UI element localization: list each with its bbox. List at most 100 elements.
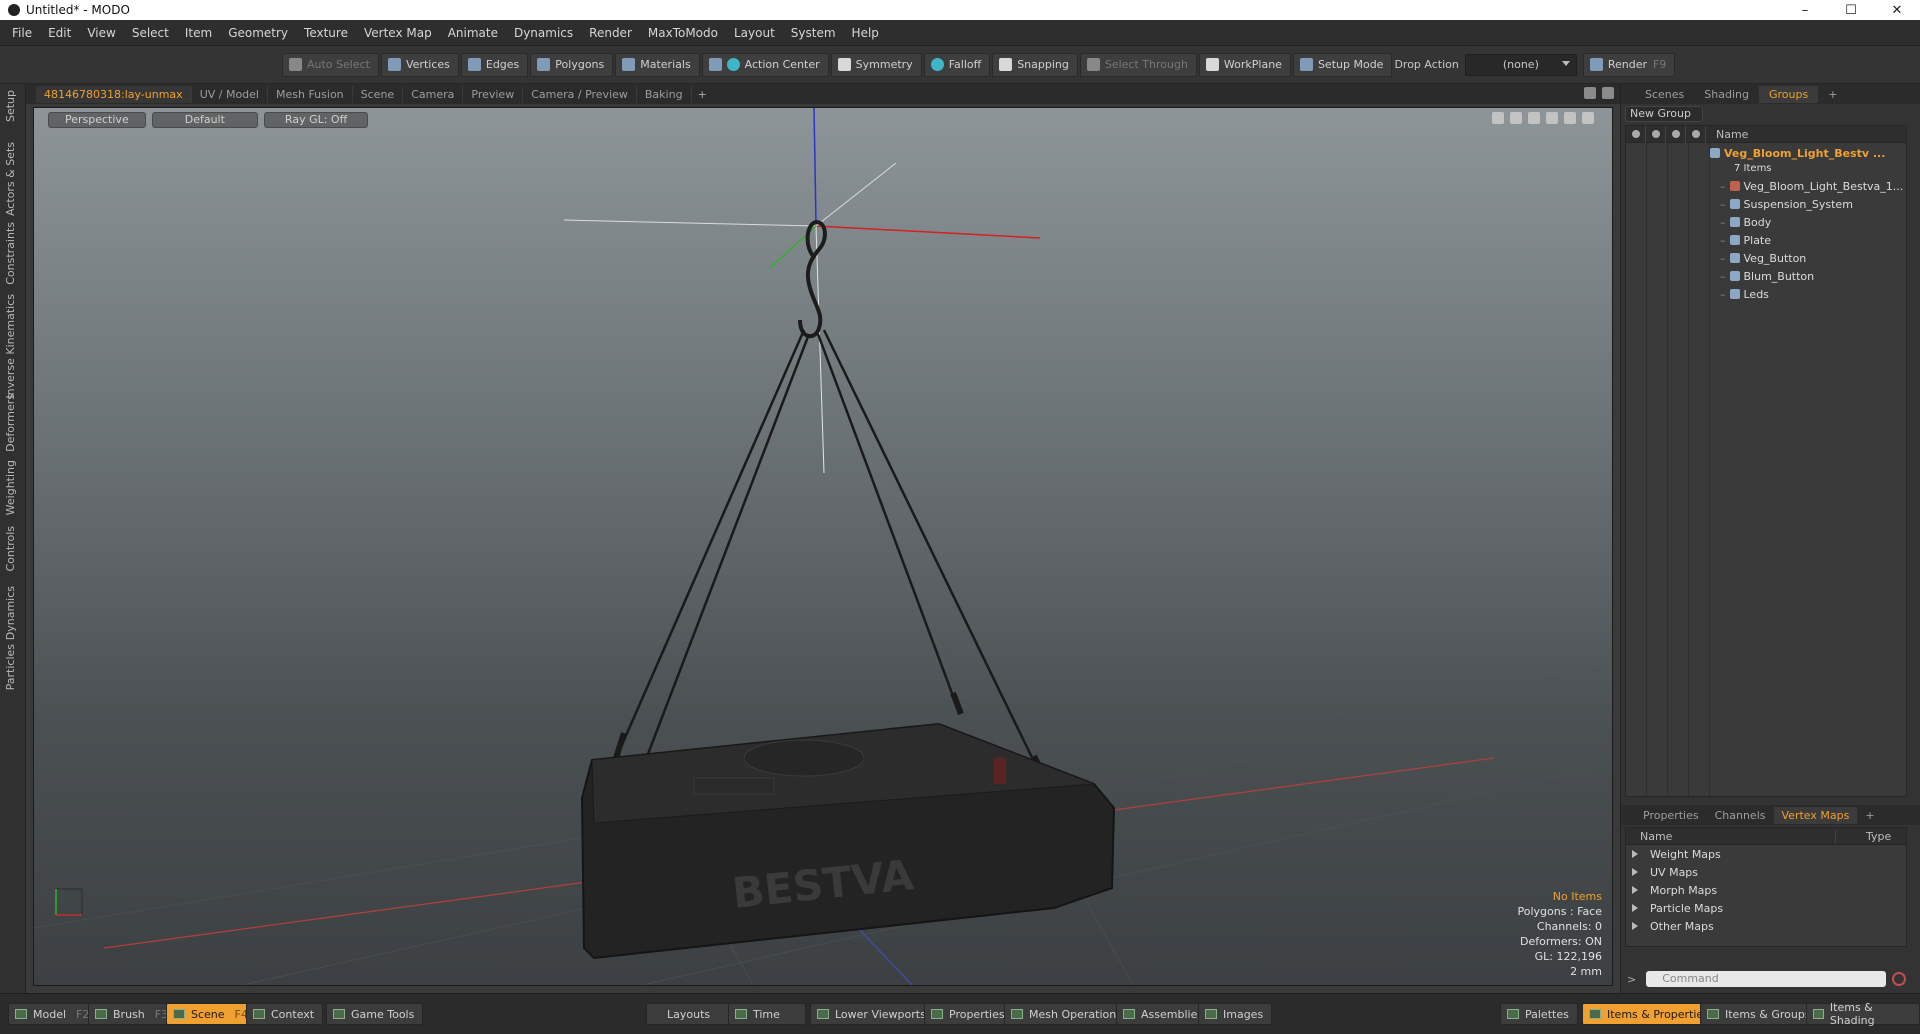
vm-row-weight-maps[interactable]: Weight Maps — [1626, 845, 1906, 863]
gear-icon[interactable] — [1564, 112, 1576, 124]
falloff-button[interactable]: Falloff — [923, 52, 991, 77]
items-shading-button[interactable]: Items & Shading — [1806, 1001, 1920, 1027]
symmetry-button[interactable]: Symmetry — [830, 52, 922, 77]
items-properties-button[interactable]: Items & Properties — [1582, 1003, 1718, 1025]
expand-arrow-icon[interactable] — [1632, 886, 1638, 894]
vtab-dynamics[interactable]: Dynamics — [4, 586, 17, 640]
tab-groups[interactable]: Groups — [1758, 85, 1819, 103]
menu-file[interactable]: File — [4, 26, 40, 40]
menu-edit[interactable]: Edit — [40, 26, 79, 40]
tab-baking[interactable]: Baking — [637, 85, 692, 103]
render-column-icon[interactable] — [1646, 125, 1666, 143]
tab-camera[interactable]: Camera — [403, 85, 464, 103]
list-item[interactable]: – Leds — [1710, 285, 1908, 303]
menu-help[interactable]: Help — [844, 26, 887, 40]
snapping-button[interactable]: Snapping — [992, 52, 1078, 77]
chevron-right-icon[interactable] — [1582, 112, 1594, 124]
vertices-button[interactable]: Vertices — [380, 52, 459, 77]
time-button[interactable]: Time — [728, 1003, 806, 1025]
mesh-operations-button[interactable]: Mesh Operations — [1004, 1003, 1131, 1025]
menu-dynamics[interactable]: Dynamics — [506, 26, 581, 40]
vtab-controls[interactable]: Controls — [4, 526, 17, 572]
lower-viewports-button[interactable]: Lower Viewports — [810, 1003, 935, 1025]
gear-icon[interactable] — [1602, 87, 1614, 99]
menu-layout[interactable]: Layout — [726, 26, 783, 40]
menu-select[interactable]: Select — [124, 26, 177, 40]
menu-item[interactable]: Item — [177, 26, 220, 40]
expand-arrow-icon[interactable] — [1632, 850, 1638, 858]
minimize-button[interactable]: – — [1782, 0, 1828, 20]
maximize-button[interactable]: ☐ — [1828, 0, 1874, 20]
palettes-button[interactable]: Palettes — [1500, 1003, 1578, 1025]
vtab-particles[interactable]: Particles — [4, 644, 17, 690]
vtab-actors-sets[interactable]: Actors & Sets — [4, 142, 17, 216]
command-input[interactable]: Command — [1646, 971, 1887, 987]
tab-channels[interactable]: Channels — [1707, 807, 1774, 824]
setup-mode-button[interactable]: Setup Mode — [1292, 52, 1393, 77]
tab-properties[interactable]: Properties — [1635, 807, 1707, 824]
tab-camera-preview[interactable]: Camera / Preview — [523, 85, 637, 103]
pan-icon[interactable] — [1492, 112, 1504, 124]
tab-uv-model[interactable]: UV / Model — [192, 85, 268, 103]
vm-row-uv-maps[interactable]: UV Maps — [1626, 863, 1906, 881]
vtab-weighting[interactable]: Weighting — [4, 460, 17, 515]
scene-layout-button[interactable]: Scene F4 — [166, 1003, 257, 1025]
select-column-icon[interactable] — [1686, 125, 1706, 143]
vtab-constraints[interactable]: Constraints — [4, 222, 17, 285]
expand-arrow-icon[interactable] — [1632, 904, 1638, 912]
vtab-deformers[interactable]: Deformers — [4, 394, 17, 452]
brush-layout-button[interactable]: Brush F3 — [88, 1003, 178, 1025]
menu-geometry[interactable]: Geometry — [220, 26, 296, 40]
tab-vertex-maps[interactable]: Vertex Maps — [1773, 806, 1858, 824]
vm-row-particle-maps[interactable]: Particle Maps — [1626, 899, 1906, 917]
properties-button[interactable]: Properties — [924, 1003, 1014, 1025]
tab-preview[interactable]: Preview — [463, 85, 524, 103]
layouts-button[interactable]: Layouts — [646, 1003, 732, 1025]
tab-scene[interactable]: Scene — [353, 85, 404, 103]
rotate-icon[interactable] — [1510, 112, 1522, 124]
add-panel-tab-button[interactable]: + — [1818, 86, 1847, 103]
edges-button[interactable]: Edges — [460, 52, 529, 77]
add-bottom-tab-button[interactable]: + — [1857, 807, 1882, 824]
record-icon[interactable] — [1892, 972, 1907, 986]
raygl-dropdown[interactable]: Ray GL: Off — [263, 112, 369, 128]
fit-icon[interactable] — [1546, 112, 1558, 124]
menu-system[interactable]: System — [783, 26, 844, 40]
select-through-button[interactable]: Select Through — [1079, 52, 1197, 77]
add-tab-button[interactable]: + — [692, 88, 713, 101]
list-item[interactable]: – Suspension_System — [1710, 195, 1908, 213]
items-groups-button[interactable]: Items & Groups — [1700, 1003, 1820, 1025]
menu-vertex-map[interactable]: Vertex Map — [356, 26, 440, 40]
tab-mesh-fusion[interactable]: Mesh Fusion — [268, 85, 353, 103]
materials-button[interactable]: Materials — [615, 52, 700, 77]
game-tools-layout-button[interactable]: Game Tools — [326, 1003, 424, 1025]
render-button[interactable]: Render F9 — [1582, 52, 1676, 77]
new-group-button[interactable]: New Group — [1625, 106, 1703, 122]
images-button[interactable]: Images — [1198, 1003, 1273, 1025]
list-item[interactable]: – Veg_Bloom_Light_Bestva_1... — [1710, 177, 1908, 195]
close-button[interactable]: ✕ — [1874, 0, 1920, 20]
3d-viewport[interactable]: BESTVA Perspective Default Ray GL: Off N… — [33, 107, 1613, 986]
expand-arrow-icon[interactable] — [1632, 868, 1638, 876]
context-layout-button[interactable]: Context — [246, 1003, 324, 1025]
auto-select-button[interactable]: Auto Select — [282, 52, 379, 77]
vtab-inverse-kinematics[interactable]: Inverse Kinematics — [4, 294, 17, 399]
list-item[interactable]: – Veg_Button — [1710, 249, 1908, 267]
menu-animate[interactable]: Animate — [440, 26, 506, 40]
menu-texture[interactable]: Texture — [296, 26, 356, 40]
menu-maxtomodo[interactable]: MaxToModo — [640, 26, 726, 40]
list-item[interactable]: – Blum_Button — [1710, 267, 1908, 285]
model-layout-button[interactable]: Model F2 — [8, 1003, 99, 1025]
polygons-button[interactable]: Polygons — [530, 52, 614, 77]
menu-view[interactable]: View — [79, 26, 123, 40]
shading-dropdown[interactable]: Default — [151, 112, 258, 128]
workplane-button[interactable]: WorkPlane — [1198, 52, 1291, 77]
visibility-column-icon[interactable] — [1626, 125, 1646, 143]
expand-icon[interactable] — [1584, 87, 1596, 99]
lock-column-icon[interactable] — [1666, 125, 1686, 143]
vm-row-other-maps[interactable]: Other Maps — [1626, 917, 1906, 935]
vm-row-morph-maps[interactable]: Morph Maps — [1626, 881, 1906, 899]
tab-layout-unmax[interactable]: 48146780318:lay-unmax — [36, 85, 192, 103]
list-item[interactable]: – Body — [1710, 213, 1908, 231]
tab-shading[interactable]: Shading — [1694, 86, 1759, 103]
